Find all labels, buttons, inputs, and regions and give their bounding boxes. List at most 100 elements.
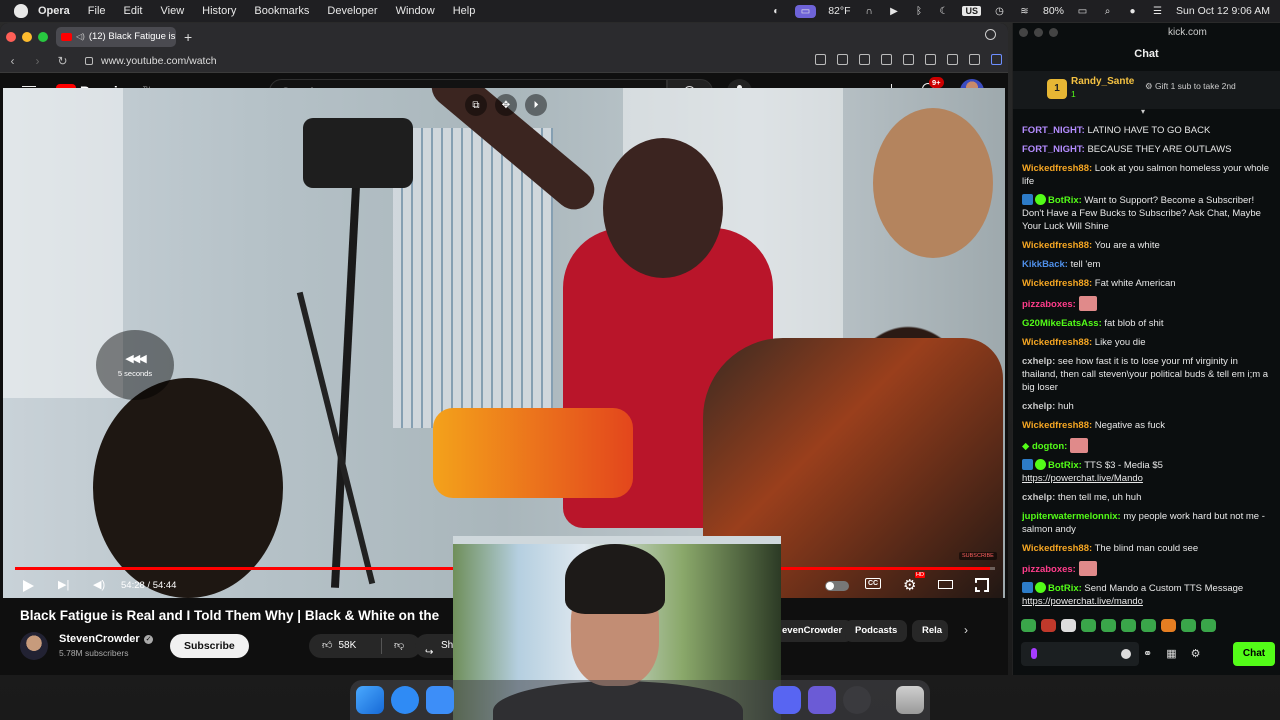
menu-history[interactable]: History [202,5,236,17]
chat-username[interactable]: pizzaboxes: [1022,564,1076,575]
emote-8-icon[interactable] [1161,619,1176,632]
apple-logo-icon[interactable] [14,4,28,18]
menu-help[interactable]: Help [453,5,476,17]
chat-username[interactable]: dogton: [1032,441,1067,452]
thumbs-down-icon[interactable]: 👎︎ [394,634,404,658]
expand-icon[interactable]: ✥ [495,94,517,116]
menu-edit[interactable]: Edit [124,5,143,17]
emote-10-icon[interactable] [1201,619,1216,632]
chat-username[interactable]: Wickedfresh88: [1022,337,1092,348]
calendar-icon[interactable]: ▦ [1166,647,1176,660]
chat-message-input[interactable] [1021,642,1139,666]
collapse-chevron-icon[interactable]: ▾ [1141,107,1145,116]
fullscreen-icon[interactable] [975,578,989,592]
settings-gear-icon[interactable]: ⚙ [903,576,916,594]
video-player[interactable]: ⧉ ✥ ⏵ ◀◀◀ 5 seconds SUBSCRIBE ▶| ◀) 54:2… [3,88,1005,598]
like-button[interactable]: 👍︎ 58K 👎︎ [309,634,421,658]
extensions-icon[interactable] [991,54,1002,65]
url-field[interactable]: www.youtube.com/watch [101,55,217,67]
battery-percent[interactable]: 80% [1043,5,1064,17]
discord-icon[interactable] [773,686,801,714]
forward-button[interactable]: › [25,54,50,68]
chat-username[interactable]: cxhelp: [1022,401,1055,412]
chat-link[interactable]: https://powerchat.live/Mando [1022,473,1143,484]
play-button[interactable] [23,580,34,592]
channel-avatar[interactable] [20,632,48,660]
zoom-window-button[interactable] [38,31,48,42]
mail-icon[interactable] [426,686,454,714]
emote-1-icon[interactable] [1021,619,1036,632]
chip-related[interactable]: Rela [912,620,948,642]
chat-username[interactable]: KikkBack: [1022,259,1068,270]
emote-9-icon[interactable] [1181,619,1196,632]
emote-5-icon[interactable] [1101,619,1116,632]
menu-app-name[interactable]: Opera [38,5,70,17]
weather-indicator[interactable]: 82°F [828,5,850,17]
adblock-icon[interactable] [859,54,870,65]
close-window-button[interactable] [6,31,16,42]
play-icon[interactable]: ▶ [887,6,900,17]
emote-4-icon[interactable] [1081,619,1096,632]
chip-podcasts[interactable]: Podcasts [845,620,908,642]
chat-username[interactable]: cxhelp: [1022,356,1055,367]
focus-moon-icon[interactable]: ☾ [937,6,950,17]
chat-username[interactable]: pizzaboxes: [1022,299,1076,310]
emote-7-icon[interactable] [1141,619,1156,632]
channel-name[interactable]: StevenCrowder [59,633,140,645]
user-avatar-icon[interactable]: ● [1126,6,1139,17]
input-language[interactable]: US [962,6,981,16]
miniplayer-icon[interactable]: ⧉ [465,94,487,116]
chat-username[interactable]: jupiterwatermelonnix: [1022,511,1121,522]
send-icon[interactable] [881,54,892,65]
emote-6-icon[interactable] [1121,619,1136,632]
easy-setup-icon[interactable] [947,54,958,65]
dashboard-icon[interactable] [843,686,871,714]
spotlight-search-icon[interactable]: ⌕ [1101,6,1114,17]
trash-icon[interactable] [896,686,924,714]
gift-sub-prompt[interactable]: ⚙ Gift 1 sub to take 2nd [1145,81,1236,92]
emote-2-icon[interactable] [1041,619,1056,632]
menu-file[interactable]: File [88,5,106,17]
chat-username[interactable]: Wickedfresh88: [1022,163,1092,174]
chat-username[interactable]: BotRix: [1048,583,1082,594]
gifter-username[interactable]: Randy_Sante [1071,76,1134,87]
chat-username[interactable]: BotRix: [1048,460,1082,471]
captions-icon[interactable]: CC [865,578,882,589]
volume-icon[interactable]: ◀) [93,578,105,591]
screen-record-icon[interactable]: ◐ [770,6,783,17]
time-machine-icon[interactable]: ◷ [993,6,1006,17]
subscribe-button[interactable]: Subscribe [170,634,249,658]
share-page-icon[interactable] [815,54,826,65]
headphones-icon[interactable]: ∩ [862,6,875,17]
kick-minimize-button[interactable] [1034,28,1043,37]
snapshot-icon[interactable] [837,54,848,65]
chat-username[interactable]: FORT_NIGHT: [1022,125,1085,136]
download-icon[interactable] [925,54,936,65]
users-icon[interactable]: ⚭ [1143,647,1152,660]
menu-window[interactable]: Window [396,5,435,17]
safari-icon[interactable] [391,686,419,714]
finder-icon[interactable] [356,686,384,714]
bluetooth-icon[interactable]: ᛒ [912,6,925,17]
kick-zoom-button[interactable] [1049,28,1058,37]
stage-manager-icon[interactable]: ▭ [794,4,817,18]
chat-username[interactable]: Wickedfresh88: [1022,420,1092,431]
chip-channel[interactable]: evenCrowder [772,620,853,642]
wifi-icon[interactable]: ≋ [1018,6,1031,17]
menu-bookmarks[interactable]: Bookmarks [254,5,309,17]
mailbird-icon[interactable] [808,686,836,714]
new-tab-button[interactable]: + [184,29,192,45]
profile-icon[interactable] [969,54,980,65]
chat-username[interactable]: Wickedfresh88: [1022,278,1092,289]
chat-username[interactable]: cxhelp: [1022,492,1055,503]
kick-mic-icon[interactable] [1031,648,1037,659]
menubar-clock[interactable]: Sun Oct 12 9:06 AM [1176,5,1270,17]
speaker-icon[interactable]: ◁) [76,32,85,41]
chat-username[interactable]: BotRix: [1048,195,1082,206]
kick-close-button[interactable] [1019,28,1028,37]
emote-3-icon[interactable] [1061,619,1076,632]
chat-link[interactable]: https://powerchat.live/mando [1022,596,1143,607]
subscribe-watermark[interactable]: SUBSCRIBE [959,552,997,560]
chat-settings-gear-icon[interactable]: ⚙ [1191,647,1201,660]
back-button[interactable]: ‹ [0,54,25,68]
